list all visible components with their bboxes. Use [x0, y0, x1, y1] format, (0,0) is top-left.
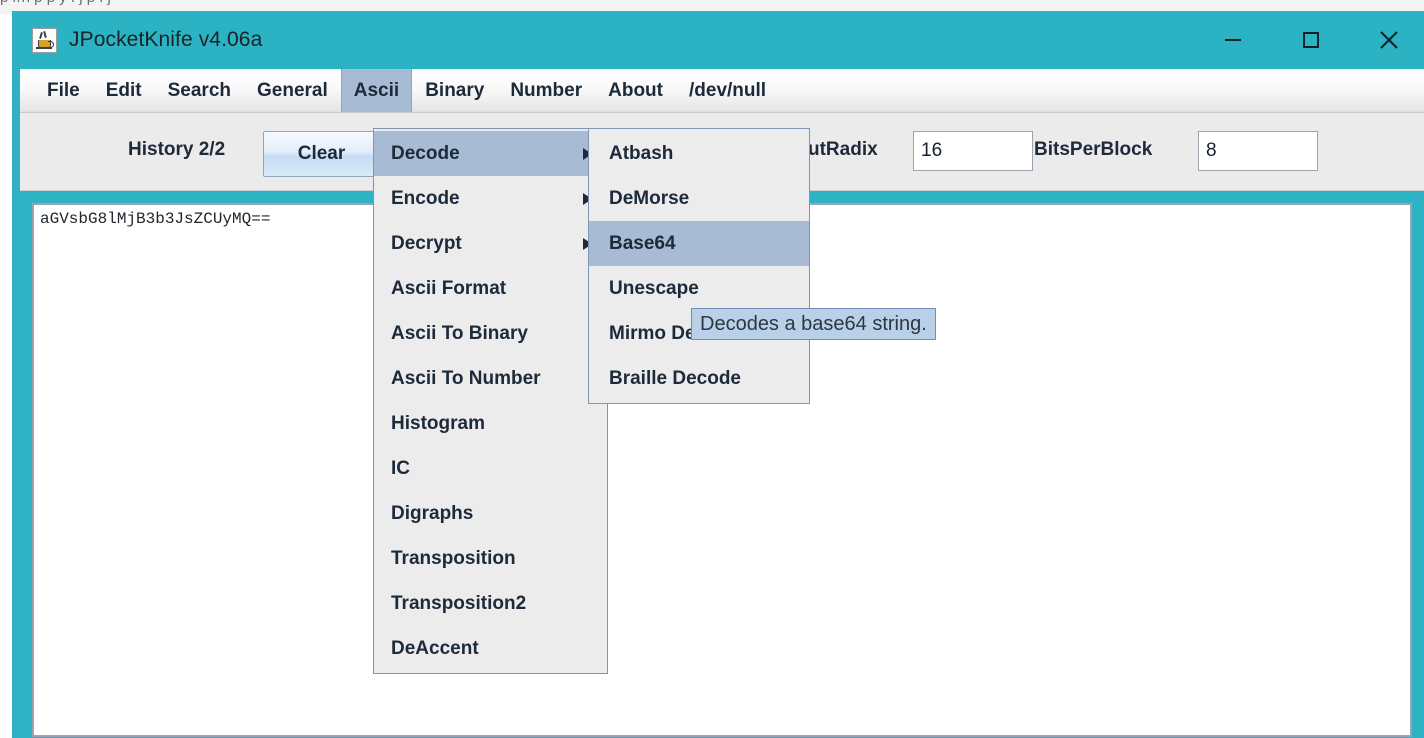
submenu-item-demorse[interactable]: DeMorse: [589, 176, 809, 221]
window-controls: [1194, 11, 1424, 69]
menu-edit[interactable]: Edit: [93, 69, 155, 112]
clear-button[interactable]: Clear: [263, 131, 380, 177]
menu-item-decode[interactable]: Decode: [374, 131, 607, 176]
background-window-text: p r/n p p y f j p f j: [0, 0, 111, 6]
menu-ascii[interactable]: Ascii: [340, 69, 413, 112]
title-bar-left: JPocketKnife v4.06a: [32, 11, 262, 69]
menu-about[interactable]: About: [595, 69, 676, 112]
menu-item-transposition[interactable]: Transposition: [374, 536, 607, 581]
menu-item-deaccent[interactable]: DeAccent: [374, 626, 607, 671]
decode-submenu: Atbash DeMorse Base64 Unescape Mirmo Dec…: [588, 128, 810, 404]
java-cup-icon: [32, 27, 57, 53]
submenu-item-unescape[interactable]: Unescape: [589, 266, 809, 311]
menu-bar: File Edit Search General Ascii Binary Nu…: [20, 69, 1424, 113]
menu-search[interactable]: Search: [155, 69, 244, 112]
submenu-item-base64[interactable]: Base64: [589, 221, 809, 266]
menu-number[interactable]: Number: [497, 69, 595, 112]
menu-item-transposition2[interactable]: Transposition2: [374, 581, 607, 626]
tooltip: Decodes a base64 string.: [691, 308, 936, 340]
minimize-icon[interactable]: [1194, 11, 1272, 69]
bits-per-block-label: BitsPerBlock: [1034, 139, 1153, 160]
menu-item-decrypt[interactable]: Decrypt: [374, 221, 607, 266]
out-radix-label: utRadix: [808, 139, 878, 160]
menu-item-ascii-format[interactable]: Ascii Format: [374, 266, 607, 311]
history-label: History 2/2: [128, 139, 226, 160]
submenu-item-braille-decode[interactable]: Braille Decode: [589, 356, 809, 401]
menu-file[interactable]: File: [34, 69, 93, 112]
application-window: JPocketKnife v4.06a File Edit Search Gen…: [12, 11, 1424, 738]
ascii-dropdown-menu: Decode Encode Decrypt Ascii Format Ascii…: [373, 128, 608, 674]
menu-item-ic[interactable]: IC: [374, 446, 607, 491]
window-title: JPocketKnife v4.06a: [69, 28, 263, 51]
close-icon[interactable]: [1350, 11, 1424, 69]
menu-item-ascii-to-binary[interactable]: Ascii To Binary: [374, 311, 607, 356]
menu-item-encode-label: Encode: [391, 187, 460, 209]
menu-item-decode-label: Decode: [391, 142, 460, 164]
menu-item-histogram[interactable]: Histogram: [374, 401, 607, 446]
menu-general[interactable]: General: [244, 69, 341, 112]
submenu-item-atbash[interactable]: Atbash: [589, 131, 809, 176]
maximize-icon[interactable]: [1272, 11, 1350, 69]
menu-item-ascii-to-number[interactable]: Ascii To Number: [374, 356, 607, 401]
menu-item-decrypt-label: Decrypt: [391, 232, 462, 254]
menu-item-encode[interactable]: Encode: [374, 176, 607, 221]
bits-per-block-input[interactable]: 8: [1198, 131, 1318, 171]
title-bar[interactable]: JPocketKnife v4.06a: [16, 11, 1424, 69]
menu-dev-null[interactable]: /dev/null: [676, 69, 779, 112]
menu-item-digraphs[interactable]: Digraphs: [374, 491, 607, 536]
menu-binary[interactable]: Binary: [412, 69, 497, 112]
out-radix-input[interactable]: 16: [913, 131, 1033, 171]
